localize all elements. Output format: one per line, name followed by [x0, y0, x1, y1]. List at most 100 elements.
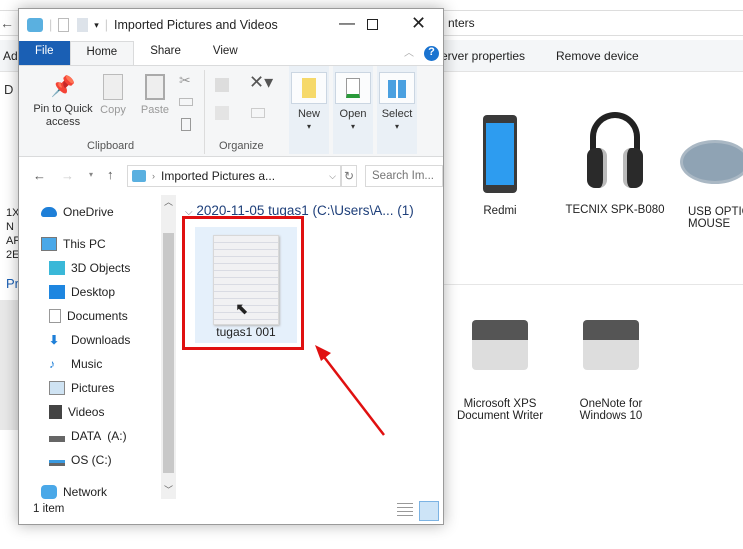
nav-label: OS (C:) — [71, 453, 112, 467]
label: Select — [381, 108, 413, 120]
window-title: Imported Pictures and Videos — [114, 18, 278, 32]
refresh-button[interactable]: ↻ — [341, 165, 357, 187]
nav-item-os-drive[interactable]: OS (C:) — [49, 453, 112, 467]
divider — [440, 284, 743, 285]
move-to-icon[interactable] — [215, 78, 229, 92]
details-view-button[interactable] — [397, 503, 413, 519]
open-icon — [346, 78, 360, 98]
nav-item-videos[interactable]: Videos — [49, 405, 104, 419]
paste-button[interactable]: Paste — [139, 74, 171, 116]
nav-item-desktop[interactable]: Desktop — [49, 285, 115, 299]
network-icon — [41, 485, 57, 499]
server-properties-button[interactable]: erver properties — [441, 49, 525, 63]
nav-label: 3D Objects — [71, 261, 131, 275]
nav-item-downloads[interactable]: ⬇ Downloads — [49, 333, 130, 347]
nav-label: Desktop — [71, 285, 116, 299]
cut-icon[interactable]: ✂ — [179, 72, 191, 89]
new-button[interactable]: New ▾ — [289, 66, 329, 154]
background-address-text: nters — [448, 16, 475, 30]
printer-onenote[interactable]: OneNote for Windows 10 — [566, 320, 656, 422]
label: Open — [339, 108, 367, 120]
video-icon — [49, 405, 62, 419]
chevron-down-icon[interactable]: ⌵ — [329, 171, 340, 182]
nav-item-this-pc[interactable]: This PC — [41, 237, 106, 251]
address-field[interactable]: › Imported Pictures a... ⌵ — [127, 165, 341, 187]
scroll-up-icon[interactable]: ︿ — [164, 195, 173, 208]
rename-icon[interactable] — [251, 108, 265, 118]
nav-item-onedrive[interactable]: OneDrive — [41, 205, 114, 219]
remove-device-button[interactable]: Remove device — [556, 49, 639, 63]
label: Paste — [140, 104, 170, 116]
copy-button[interactable]: Copy — [99, 74, 127, 116]
printer-label: OneNote for Windows 10 — [579, 398, 643, 422]
large-icons-view-button[interactable] — [419, 501, 439, 521]
nav-item-music[interactable]: ♪ Music — [49, 357, 102, 371]
device-mouse[interactable]: USB OPTIC MOUSE — [680, 140, 743, 230]
tab-view[interactable]: View — [197, 41, 254, 65]
copy-path-icon[interactable] — [179, 98, 193, 106]
printer-icon — [472, 320, 528, 370]
device-redmi[interactable]: Redmi — [470, 115, 530, 217]
properties-icon[interactable] — [58, 18, 70, 32]
nav-label: Pictures — [71, 381, 115, 395]
copy-to-icon[interactable] — [215, 106, 229, 120]
ribbon: 📌 Pin to Quick access Copy Paste ✂ Clipb… — [19, 65, 443, 157]
new-folder-icon[interactable] — [77, 18, 89, 32]
back-button[interactable]: ← — [33, 168, 46, 183]
nav-label: DATA (A:) — [71, 429, 127, 443]
tab-share[interactable]: Share — [134, 41, 197, 65]
nav-label: Music — [71, 357, 103, 371]
nav-item-data-drive[interactable]: DATA (A:) — [49, 429, 127, 443]
minimize-button[interactable]: — — [339, 15, 355, 33]
item-count: 1 item — [33, 503, 65, 515]
close-button[interactable]: ✕ — [411, 13, 426, 34]
computer-icon — [41, 237, 57, 251]
phone-icon — [483, 115, 517, 193]
desktop-icon — [49, 285, 65, 299]
tab-home[interactable]: Home — [69, 41, 135, 65]
background-fragment: Ad — [3, 49, 18, 63]
nav-scrollbar[interactable]: ︿ ﹀ — [161, 195, 176, 499]
pin-to-quick-access-button[interactable]: 📌 Pin to Quick access — [25, 74, 101, 129]
music-icon: ♪ — [49, 357, 55, 371]
delete-icon[interactable]: ✕▾ — [249, 72, 273, 93]
folder-icon — [132, 170, 146, 182]
up-button[interactable]: ↑ — [107, 167, 114, 182]
new-folder-icon — [302, 78, 316, 98]
headphones-icon — [585, 112, 645, 192]
pictures-icon — [49, 381, 65, 395]
scroll-down-icon[interactable]: ﹀ — [164, 483, 173, 496]
printer-xps[interactable]: Microsoft XPS Document Writer — [448, 320, 552, 422]
nav-item-documents[interactable]: Documents — [49, 309, 128, 323]
forward-button[interactable]: → — [61, 168, 74, 183]
paste-shortcut-icon[interactable] — [181, 118, 191, 131]
maximize-button[interactable] — [367, 19, 378, 30]
printer-icon — [583, 320, 639, 370]
nav-label: Network — [63, 485, 108, 499]
tab-file[interactable]: File — [19, 41, 70, 65]
search-input[interactable] — [365, 165, 443, 187]
help-icon[interactable]: ? — [424, 46, 439, 61]
document-icon — [49, 309, 61, 323]
cloud-icon — [41, 207, 57, 217]
chevron-down-icon[interactable]: ▾ — [94, 20, 99, 31]
nav-label: This PC — [63, 237, 106, 251]
nav-label: Documents — [67, 309, 128, 323]
nav-item-3d-objects[interactable]: 3D Objects — [49, 261, 130, 275]
clipboard-group-label: Clipboard — [87, 140, 135, 152]
address-path: Imported Pictures a... — [161, 169, 276, 183]
label: Copy — [100, 104, 126, 116]
label: New — [297, 108, 320, 120]
folder-icon — [27, 18, 43, 32]
nav-label: OneDrive — [63, 205, 114, 219]
device-headphones[interactable]: TECNIX SPK-B080 — [560, 112, 670, 216]
select-button[interactable]: Select ▾ — [377, 66, 417, 154]
collapse-ribbon-icon[interactable]: ︿ — [404, 44, 414, 59]
highlight-box — [182, 216, 304, 350]
recent-locations-button[interactable]: ▾ — [89, 170, 93, 179]
nav-item-network[interactable]: Network — [41, 485, 107, 499]
open-button[interactable]: Open ▾ — [333, 66, 373, 154]
scrollbar-thumb[interactable] — [163, 233, 174, 473]
device-label: Redmi — [483, 205, 517, 217]
nav-item-pictures[interactable]: Pictures — [49, 381, 114, 395]
